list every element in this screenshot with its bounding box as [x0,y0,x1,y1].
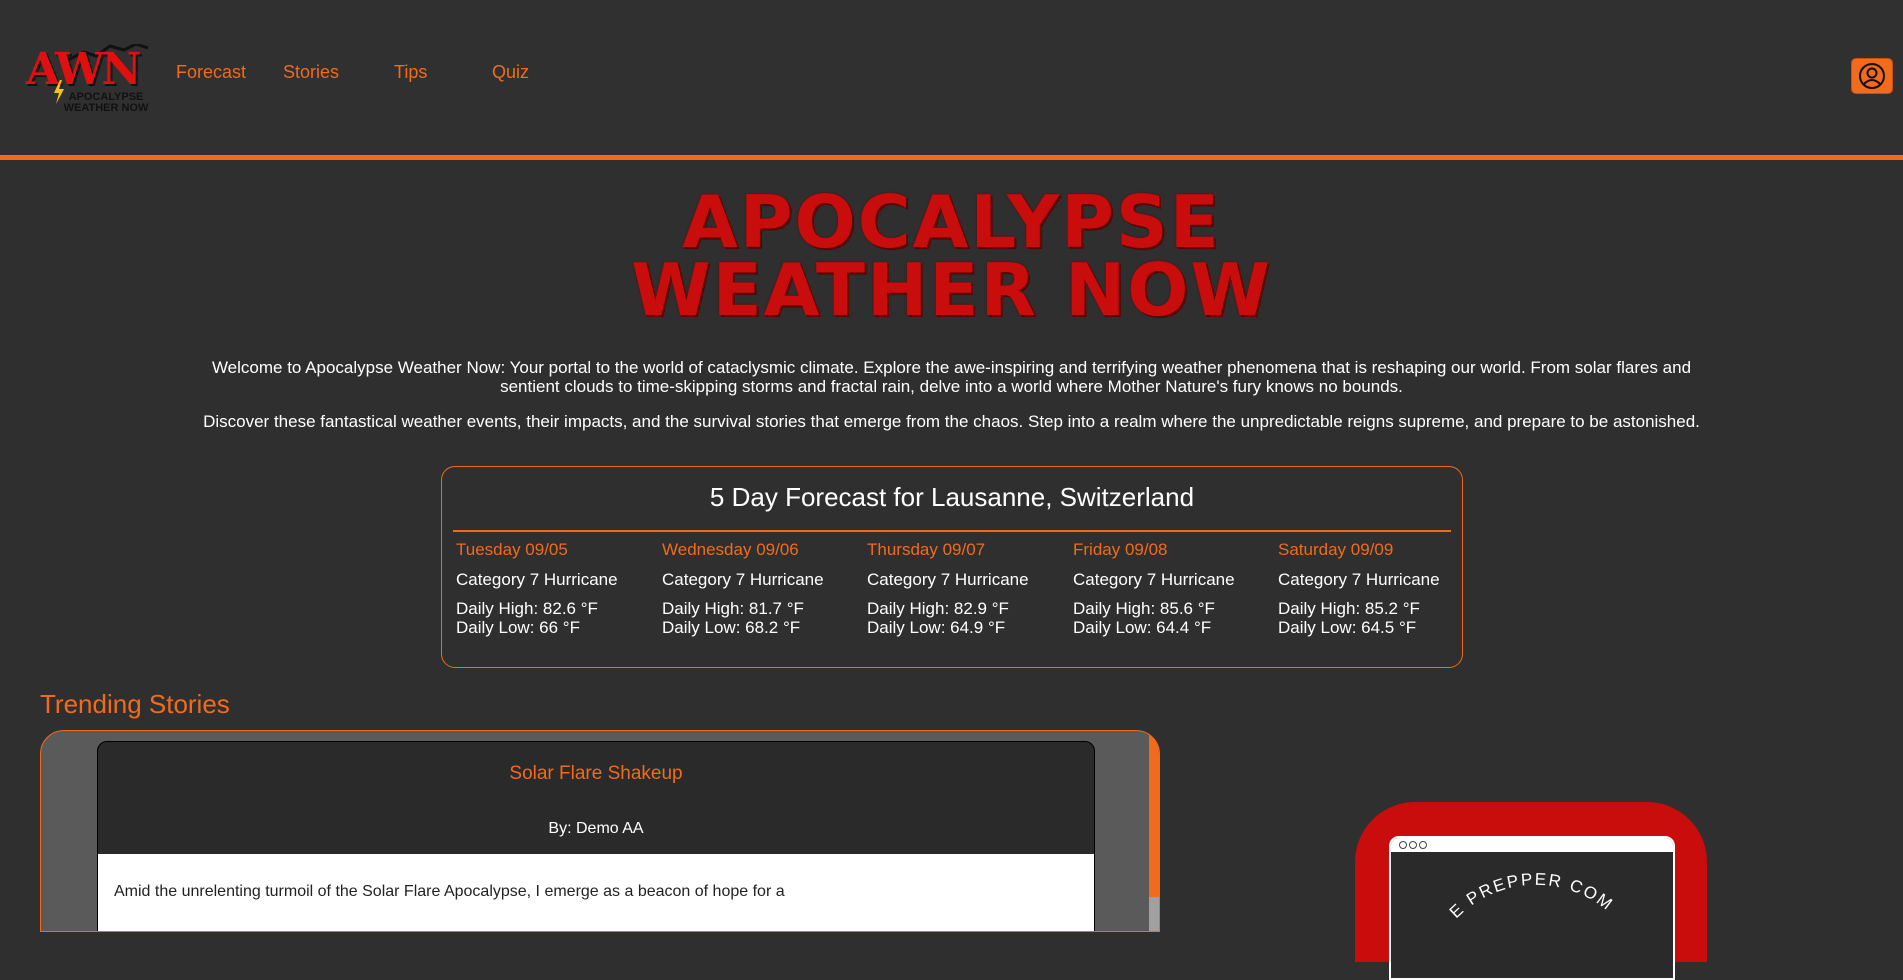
nav-forecast[interactable]: Forecast [176,62,246,83]
nav-tips[interactable]: Tips [394,62,427,83]
forecast-condition: Category 7 Hurricane [1073,570,1235,589]
forecast-date: Tuesday 09/05 [456,540,568,559]
forecast-low: Daily Low: 64.4 °F [1073,618,1212,637]
forecast-high: Daily High: 82.9 °F [867,599,1009,618]
promo-window: E PREPPER COM [1389,836,1675,980]
hero-title-line1: APOCALYPSE [682,180,1221,264]
promo-arc-text: E PREPPER COM [1446,870,1617,922]
account-button[interactable] [1851,58,1893,94]
awn-logo[interactable]: AWN APOCALYPSE WEATHER NOW [26,44,150,120]
forecast-date: Wednesday 09/06 [662,540,799,559]
forecast-condition: Category 7 Hurricane [1278,570,1440,589]
logo-subtitle: APOCALYPSE WEATHER NOW [63,91,149,114]
nav-quiz[interactable]: Quiz [492,62,529,83]
forecast-date: Saturday 09/09 [1278,540,1394,559]
forecast-high: Daily High: 81.7 °F [662,599,804,618]
hero-title: APOCALYPSE WEATHER NOW [0,180,1903,332]
forecast-panel: 5 Day Forecast for Lausanne, Switzerland… [441,466,1463,668]
user-icon [1859,63,1885,89]
logo-mark: AWN [26,44,142,95]
intro-paragraph-1: Welcome to Apocalypse Weather Now: Your … [211,358,1692,396]
story-author: By: Demo AA [548,820,644,837]
window-close-icon [1399,841,1407,849]
forecast-date: Thursday 09/07 [867,540,986,559]
prepper-promo[interactable]: E PREPPER COM [1355,802,1707,980]
forecast-divider [453,530,1451,532]
forecast-day: Tuesday 09/05 Category 7 Hurricane Daily… [456,540,656,637]
forecast-condition: Category 7 Hurricane [456,570,618,589]
hero-title-line2: WEATHER NOW [631,248,1272,332]
svg-text:E PREPPER COM: E PREPPER COM [1446,870,1617,922]
forecast-day: Wednesday 09/06 Category 7 Hurricane Dai… [662,540,862,637]
forecast-title: 5 Day Forecast for Lausanne, Switzerland [709,482,1195,512]
nav-stories[interactable]: Stories [283,62,339,83]
forecast-low: Daily Low: 64.9 °F [867,618,1006,637]
forecast-high: Daily High: 82.6 °F [456,599,598,618]
site-header: AWN APOCALYPSE WEATHER NOW Forecast Stor… [0,0,1903,160]
forecast-day: Saturday 09/09 Category 7 Hurricane Dail… [1278,540,1478,637]
promo-arc-label: E PREPPER COM [1446,870,1615,922]
forecast-date: Friday 09/08 [1073,540,1168,559]
stories-scroll-thumb[interactable] [1149,897,1159,931]
forecast-low: Daily Low: 66 °F [456,618,580,637]
window-maximize-icon [1419,841,1427,849]
forecast-low: Daily Low: 64.5 °F [1278,618,1417,637]
forecast-condition: Category 7 Hurricane [867,570,1029,589]
promo-window-bar [1391,838,1673,852]
forecast-condition: Category 7 Hurricane [662,570,824,589]
forecast-high: Daily High: 85.2 °F [1278,599,1420,618]
stories-carousel[interactable]: Solar Flare Shakeup By: Demo AA Amid the… [40,730,1160,932]
forecast-low: Daily Low: 68.2 °F [662,618,801,637]
trending-heading: Trending Stories [40,689,230,719]
story-title[interactable]: Solar Flare Shakeup [98,762,1094,786]
story-card[interactable]: Solar Flare Shakeup By: Demo AA Amid the… [97,741,1095,931]
forecast-high: Daily High: 85.6 °F [1073,599,1215,618]
forecast-day: Friday 09/08 Category 7 Hurricane Daily … [1073,540,1273,637]
window-minimize-icon [1409,841,1417,849]
intro-paragraph-2: Discover these fantastical weather event… [203,412,1700,431]
forecast-day: Thursday 09/07 Category 7 Hurricane Dail… [867,540,1067,637]
story-excerpt: Amid the unrelenting turmoil of the Sola… [114,883,785,900]
story-body: Amid the unrelenting turmoil of the Sola… [98,854,1094,931]
